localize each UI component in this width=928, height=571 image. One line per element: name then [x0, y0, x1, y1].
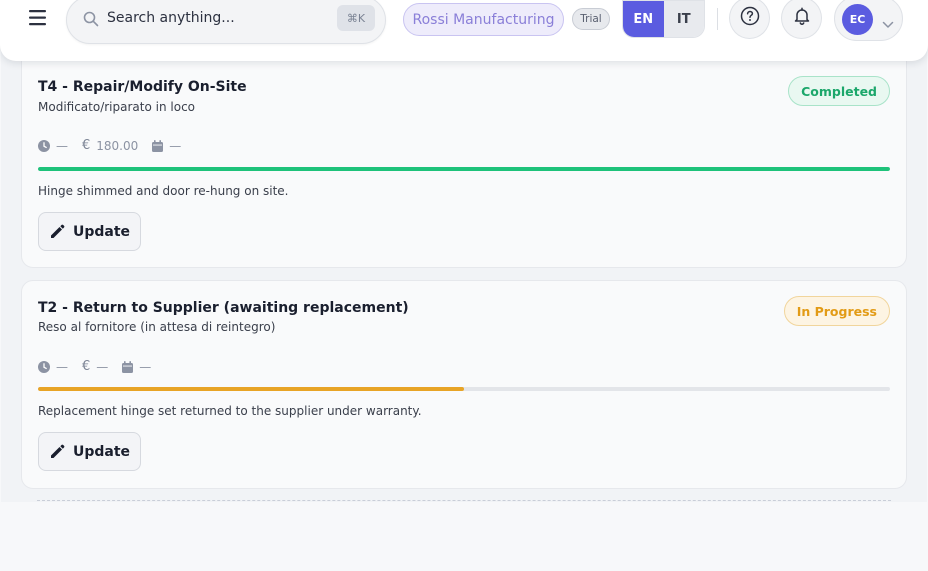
search-shortcut-hint: ⌘K	[337, 5, 375, 31]
menu-icon[interactable]	[28, 8, 48, 28]
progress-bar	[38, 387, 890, 391]
task-time: —	[56, 359, 68, 374]
bell-icon	[792, 6, 812, 30]
calendar-icon	[152, 139, 164, 152]
user-menu-button[interactable]: EC	[834, 0, 903, 41]
plan-badge: Trial	[572, 8, 610, 30]
clock-icon	[38, 139, 50, 152]
task-meta: — € 180.00 —	[38, 138, 195, 153]
progress-fill	[38, 167, 890, 171]
language-option-en[interactable]: EN	[623, 1, 664, 37]
task-time: —	[56, 138, 68, 153]
search-icon	[83, 11, 99, 31]
task-subtitle: Reso al fornitore (in attesa di reintegr…	[38, 320, 276, 334]
pencil-icon	[49, 224, 65, 240]
task-card: T2 - Return to Supplier (awaiting replac…	[21, 280, 907, 489]
task-title: T2 - Return to Supplier (awaiting replac…	[38, 300, 409, 316]
language-option-it[interactable]: IT	[663, 1, 704, 37]
update-button-label: Update	[72, 443, 131, 460]
header-divider	[717, 8, 718, 30]
task-cost: 180.00	[96, 138, 139, 153]
task-date: —	[139, 359, 152, 374]
chevron-down-icon	[882, 14, 894, 33]
task-subtitle: Modificato/riparato in loco	[38, 100, 196, 114]
update-button-label: Update	[72, 223, 131, 240]
task-note: Replacement hinge set returned to the su…	[38, 404, 422, 418]
search-input[interactable]: Search anything... ⌘K	[66, 0, 386, 44]
top-header: Search anything... ⌘K Rossi Manufacturin…	[0, 0, 928, 61]
task-title: T4 - Repair/Modify On-Site	[38, 79, 247, 95]
status-badge: Completed	[788, 76, 890, 106]
language-switcher: EN IT	[622, 0, 705, 38]
list-end-divider	[37, 500, 891, 501]
avatar: EC	[842, 4, 873, 35]
pencil-icon	[49, 444, 65, 460]
help-circle-icon	[740, 6, 760, 30]
task-note: Hinge shimmed and door re-hung on site.	[38, 184, 289, 198]
update-button[interactable]: Update	[38, 432, 141, 471]
task-cost: —	[96, 359, 109, 374]
notifications-button[interactable]	[781, 0, 822, 39]
status-badge: In Progress	[783, 296, 890, 326]
progress-fill	[38, 387, 464, 391]
euro-icon: €	[82, 138, 91, 153]
search-placeholder: Search anything...	[107, 10, 235, 26]
page-footer-area	[0, 502, 928, 571]
organization-switcher[interactable]: Rossi Manufacturing	[403, 3, 564, 36]
task-date: —	[169, 138, 182, 153]
euro-icon: €	[82, 359, 91, 374]
progress-bar	[38, 167, 890, 171]
task-card: T4 - Repair/Modify On-Site Modificato/ri…	[21, 40, 907, 268]
update-button[interactable]: Update	[38, 212, 141, 251]
calendar-icon	[122, 360, 134, 373]
help-button[interactable]	[729, 0, 770, 39]
clock-icon	[38, 360, 50, 373]
task-meta: — € — —	[38, 359, 165, 374]
